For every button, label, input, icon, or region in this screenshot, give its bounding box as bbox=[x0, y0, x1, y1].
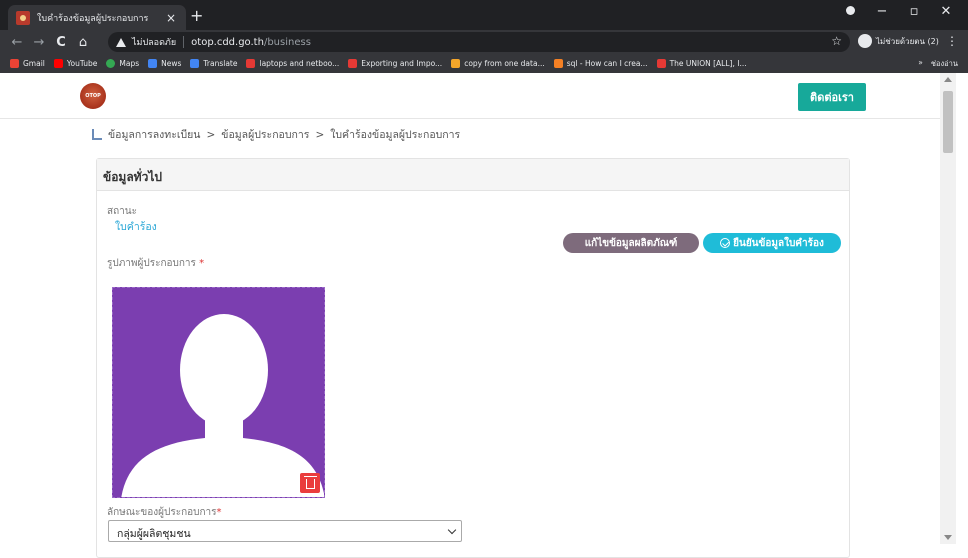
window-controls: − ▫ ✕ bbox=[834, 4, 962, 19]
news-icon bbox=[148, 59, 158, 68]
scroll-down-icon[interactable] bbox=[944, 535, 952, 540]
youtube-icon bbox=[53, 59, 63, 68]
delete-photo-button[interactable] bbox=[300, 473, 320, 493]
bookmark-label: The UNION [ALL], I... bbox=[669, 59, 747, 68]
address-bar[interactable]: ไม่ปลอดภัย otop.cdd.go.th/business ☆ bbox=[108, 32, 850, 52]
bookmark-label: YouTube bbox=[66, 59, 98, 68]
otop-logo[interactable]: OTOP bbox=[80, 83, 106, 109]
reading-list-button[interactable]: ช่องอ่าน bbox=[931, 58, 958, 70]
entrepreneur-photo[interactable] bbox=[112, 287, 325, 498]
breadcrumb-separator: > bbox=[206, 128, 216, 141]
bookmarks-bar: Gmail YouTube Maps News Translate laptop… bbox=[0, 54, 968, 73]
back-icon[interactable]: ← bbox=[6, 35, 28, 50]
restore-icon[interactable]: ▫ bbox=[898, 4, 930, 19]
breadcrumb-entrepreneur[interactable]: ข้อมูลผู้ประกอบการ bbox=[221, 126, 309, 143]
forward-icon[interactable]: → bbox=[28, 35, 50, 50]
site-icon bbox=[348, 59, 358, 68]
gmail-icon bbox=[10, 59, 19, 68]
scroll-thumb[interactable] bbox=[943, 91, 953, 153]
bookmark-item[interactable]: laptops and netboo... bbox=[246, 59, 339, 68]
confirm-request-label: ยืนยันข้อมูลใบคำร้อง bbox=[733, 237, 824, 249]
insecure-label[interactable]: ไม่ปลอดภัย bbox=[132, 35, 176, 49]
chevron-down-icon bbox=[447, 525, 457, 535]
bookmark-label: copy from one data... bbox=[464, 59, 545, 68]
bookmark-star-icon[interactable]: ☆ bbox=[831, 34, 842, 48]
stackoverflow-icon bbox=[451, 59, 461, 68]
avatar bbox=[858, 34, 872, 48]
bookmark-label: Gmail bbox=[23, 59, 45, 68]
bookmark-item[interactable]: Translate bbox=[190, 59, 237, 68]
bookmark-item[interactable]: The UNION [ALL], I... bbox=[656, 59, 747, 68]
type-label-text: ลักษณะของผู้ประกอบการ bbox=[107, 507, 217, 518]
bookmark-item[interactable]: Gmail bbox=[10, 59, 45, 68]
status-value: ใบคำร้อง bbox=[115, 221, 157, 233]
bookmark-label: Maps bbox=[119, 59, 140, 68]
breadcrumb: ข้อมูลการลงทะเบียน > ข้อมูลผู้ประกอบการ … bbox=[92, 126, 460, 143]
bookmark-item[interactable]: News bbox=[148, 59, 181, 68]
logo-text: OTOP bbox=[85, 93, 101, 99]
new-tab-icon[interactable]: + bbox=[190, 6, 203, 25]
scroll-up-icon[interactable] bbox=[944, 77, 952, 82]
profile-label: ไม่ช่วยด้วยตน (2) bbox=[876, 36, 939, 46]
bookmark-item[interactable]: sql - How can I crea... bbox=[553, 59, 648, 68]
type-label: ลักษณะของผู้ประกอบการ* bbox=[107, 505, 222, 520]
bookmark-label: Exporting and Impo... bbox=[361, 59, 443, 68]
breadcrumb-request: ใบคำร้องข้อมูลผู้ประกอบการ bbox=[330, 129, 461, 141]
browser-tab[interactable]: ใบคำร้องข้อมูลผู้ประกอบการ × bbox=[8, 5, 186, 30]
maps-icon bbox=[106, 59, 116, 68]
bookmark-label: sql - How can I crea... bbox=[566, 59, 648, 68]
status-label: สถานะ bbox=[107, 206, 137, 217]
lazada-icon bbox=[246, 59, 256, 68]
divider bbox=[183, 36, 185, 48]
tab-title: ใบคำร้องข้อมูลผู้ประกอบการ bbox=[37, 13, 149, 24]
general-info-card: ข้อมูลทั่วไป สถานะ ใบคำร้อง แก้ไขข้อมูลผ… bbox=[96, 158, 850, 558]
photo-label: รูปภาพผู้ประกอบการ * bbox=[107, 256, 204, 271]
trash-icon bbox=[303, 476, 317, 489]
home-icon[interactable]: ⌂ bbox=[72, 35, 94, 50]
tab-close-icon[interactable]: × bbox=[164, 11, 178, 25]
required-mark: * bbox=[199, 258, 205, 269]
browser-tabstrip: ใบคำร้องข้อมูลผู้ประกอบการ × + − ▫ ✕ bbox=[0, 0, 968, 30]
more-bookmarks-icon[interactable]: » bbox=[918, 58, 923, 70]
entrepreneur-type-value: กลุ่มผู้ผลิตชุมชน bbox=[117, 528, 191, 540]
stackoverflow-icon bbox=[553, 59, 563, 68]
close-window-icon[interactable]: ✕ bbox=[930, 4, 962, 19]
check-circle-icon bbox=[720, 238, 731, 248]
url-host[interactable]: otop.cdd.go.th bbox=[191, 37, 264, 48]
site-icon bbox=[656, 59, 666, 68]
entrepreneur-type-select[interactable]: กลุ่มผู้ผลิตชุมชน bbox=[108, 520, 462, 542]
bookmark-label: Translate bbox=[203, 59, 238, 68]
url-path[interactable]: /business bbox=[264, 37, 311, 48]
record-icon[interactable] bbox=[834, 4, 866, 19]
edit-product-button[interactable]: แก้ไขข้อมูลผลิตภัณฑ์ bbox=[563, 233, 699, 253]
browser-menu-icon[interactable]: ⋮ bbox=[946, 34, 958, 48]
bookmark-item[interactable]: Maps bbox=[106, 59, 139, 68]
minimize-icon[interactable]: − bbox=[866, 4, 898, 19]
person-silhouette-icon bbox=[121, 314, 324, 497]
warning-icon[interactable] bbox=[116, 37, 126, 47]
translate-icon bbox=[190, 59, 200, 68]
bookmark-label: laptops and netboo... bbox=[259, 59, 340, 68]
breadcrumb-registration[interactable]: ข้อมูลการลงทะเบียน bbox=[108, 126, 200, 143]
bookmark-item[interactable]: Exporting and Impo... bbox=[348, 59, 442, 68]
site-header: OTOP ติดต่อเรา bbox=[0, 73, 940, 119]
browser-toolbar: ← → C ⌂ ไม่ปลอดภัย otop.cdd.go.th/busine… bbox=[0, 30, 968, 54]
confirm-request-button[interactable]: ยืนยันข้อมูลใบคำร้อง bbox=[703, 233, 841, 253]
bookmark-item[interactable]: YouTube bbox=[53, 59, 98, 68]
bookmarks-right: » ช่องอ่าน bbox=[918, 58, 958, 70]
profile-button[interactable]: ไม่ช่วยด้วยตน (2) bbox=[858, 34, 939, 48]
bookmark-item[interactable]: copy from one data... bbox=[451, 59, 545, 68]
site-favicon-icon bbox=[16, 10, 30, 25]
chart-icon bbox=[92, 129, 102, 140]
contact-us-button[interactable]: ติดต่อเรา bbox=[798, 83, 866, 111]
breadcrumb-separator: > bbox=[315, 128, 325, 141]
card-title: ข้อมูลทั่วไป bbox=[97, 159, 849, 191]
page-scrollbar[interactable] bbox=[940, 73, 956, 544]
reload-icon[interactable]: C bbox=[50, 35, 72, 50]
photo-label-text: รูปภาพผู้ประกอบการ bbox=[107, 258, 196, 269]
bookmark-label: News bbox=[161, 59, 182, 68]
required-mark: * bbox=[216, 507, 222, 518]
